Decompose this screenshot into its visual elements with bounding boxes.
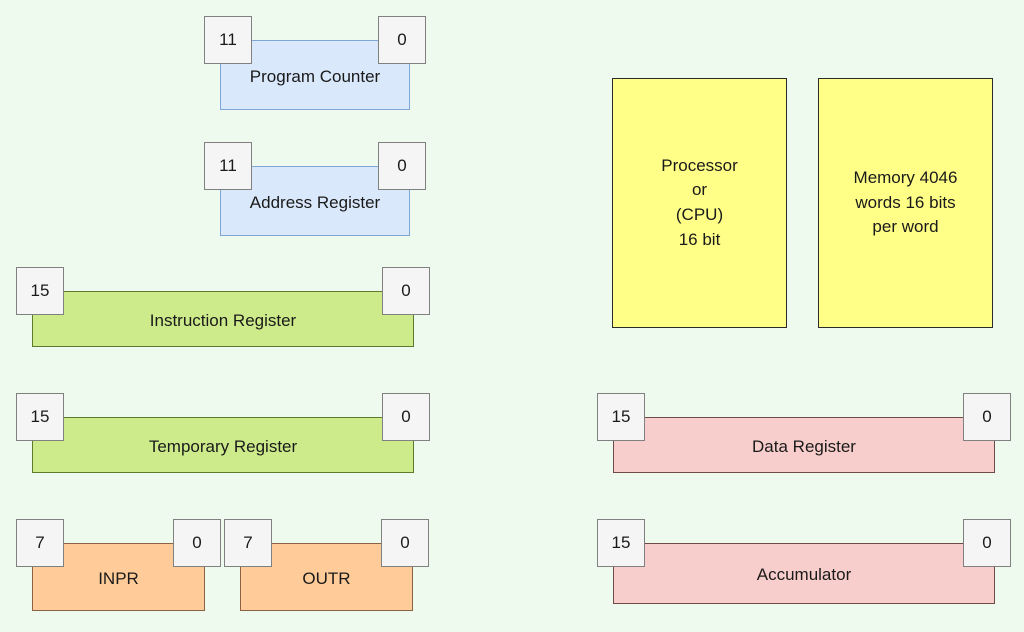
bit-label-msb-accumulator: 15 [597, 519, 645, 567]
bit-label-msb-temporary-register: 15 [16, 393, 64, 441]
bit-label-lsb-accumulator: 0 [963, 519, 1011, 567]
register-label-program-counter: Program Counter [249, 66, 381, 86]
register-label-temporary-register: Temporary Register [148, 436, 298, 456]
register-label-data-register: Data Register [752, 436, 856, 456]
bit-label-msb-program-counter: 11 [204, 16, 252, 64]
bit-label-msb-inpr: 7 [16, 519, 64, 567]
register-body-accumulator: Accumulator [613, 543, 995, 604]
register-label-address-register: Address Register [249, 192, 381, 212]
register-body-instruction-register: Instruction Register [32, 291, 414, 347]
bit-label-lsb-instruction-register: 0 [382, 267, 430, 315]
register-temporary-register[interactable]: Temporary Register 15 0 [16, 393, 430, 473]
bit-label-lsb-outr: 0 [381, 519, 429, 567]
block-label-memory: Memory 4046 words 16 bits per word [853, 168, 958, 237]
bit-label-msb-outr: 7 [224, 519, 272, 567]
bit-label-lsb-inpr: 0 [173, 519, 221, 567]
register-body-data-register: Data Register [613, 417, 995, 473]
diagram-canvas: Program Counter 11 0 Address Register 11… [0, 0, 1024, 632]
bit-label-msb-data-register: 15 [597, 393, 645, 441]
register-label-accumulator: Accumulator [756, 565, 852, 585]
bit-label-lsb-temporary-register: 0 [382, 393, 430, 441]
bit-label-msb-address-register: 11 [204, 142, 252, 190]
register-label-inpr: INPR [98, 568, 139, 588]
register-body-temporary-register: Temporary Register [32, 417, 414, 473]
bit-label-lsb-program-counter: 0 [378, 16, 426, 64]
register-label-instruction-register: Instruction Register [149, 310, 297, 330]
register-outr[interactable]: OUTR 7 0 [224, 519, 429, 611]
register-inpr[interactable]: INPR 7 0 [16, 519, 221, 611]
register-program-counter[interactable]: Program Counter 11 0 [204, 16, 426, 110]
block-memory[interactable]: Memory 4046 words 16 bits per word [818, 78, 993, 328]
register-data-register[interactable]: Data Register 15 0 [597, 393, 1011, 473]
block-label-processor: Processor or (CPU) 16 bit [661, 155, 738, 249]
bit-label-lsb-data-register: 0 [963, 393, 1011, 441]
bit-label-lsb-address-register: 0 [378, 142, 426, 190]
register-accumulator[interactable]: Accumulator 15 0 [597, 519, 1011, 604]
register-address-register[interactable]: Address Register 11 0 [204, 142, 426, 236]
block-processor[interactable]: Processor or (CPU) 16 bit [612, 78, 787, 328]
register-instruction-register[interactable]: Instruction Register 15 0 [16, 267, 430, 347]
register-label-outr: OUTR [302, 568, 351, 588]
bit-label-msb-instruction-register: 15 [16, 267, 64, 315]
